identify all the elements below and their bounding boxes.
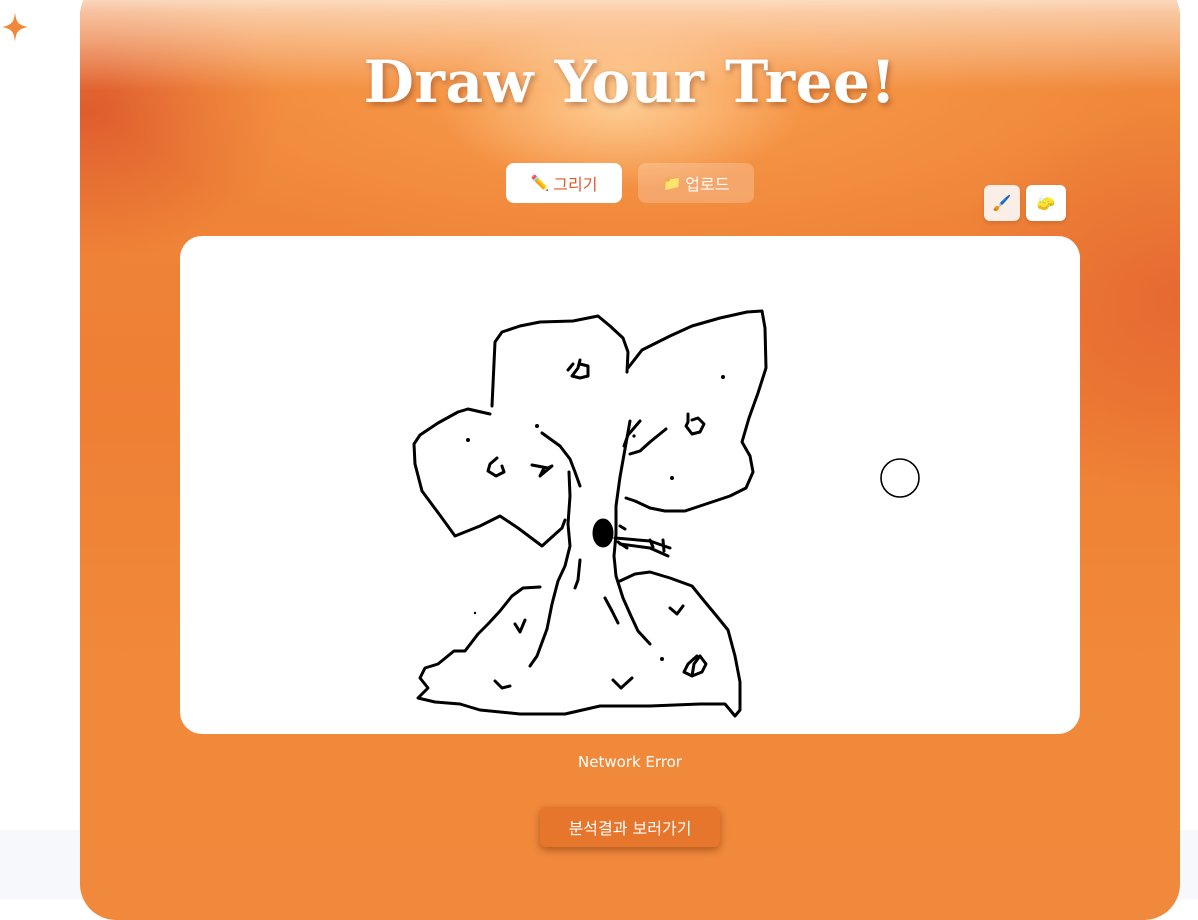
branch-left-stroke: [540, 431, 582, 488]
canopy-right-stroke: [624, 309, 768, 513]
drawing-card: Draw Your Tree! ✏️ 그리기 📁 업로드 🖌️ 🧽 Networ…: [80, 0, 1180, 920]
leaf-mark-8: [611, 676, 634, 690]
tab-upload-label: 업로드: [685, 175, 730, 194]
eraser-tool-button[interactable]: 🧽: [1026, 185, 1066, 221]
knot-mark: [592, 518, 614, 548]
leaf-mark-4: [684, 412, 706, 436]
sparkle-icon: [2, 12, 28, 42]
dot-mark: [721, 375, 725, 379]
drawing-canvas[interactable]: [180, 236, 1080, 734]
leaf-mark-6: [513, 618, 527, 634]
tab-draw-label: 그리기: [553, 175, 598, 194]
page-title: Draw Your Tree!: [363, 48, 897, 116]
branch-stub-stroke: [618, 524, 627, 531]
canopy-outline-stroke: [412, 407, 567, 548]
tab-upload[interactable]: 📁 업로드: [638, 163, 754, 203]
dot-mark: [660, 657, 664, 661]
tab-draw[interactable]: ✏️ 그리기: [506, 163, 622, 203]
view-results-button[interactable]: 분석결과 보러가기: [540, 807, 720, 847]
dot-mark: [473, 611, 477, 615]
brush-tool-button[interactable]: 🖌️: [984, 185, 1020, 221]
branch-right2-stroke: [628, 427, 668, 456]
tree-drawing: [412, 309, 920, 718]
leaf-mark-7: [493, 679, 512, 690]
dot-mark: [466, 438, 470, 442]
leaf-mark-1: [570, 358, 590, 380]
trunk-inner2-stroke: [603, 596, 620, 625]
twig-stroke: [661, 538, 666, 553]
brush-icon: 🖌️: [992, 193, 1012, 212]
leaf-mark-5: [530, 463, 554, 478]
leaf-mark-3: [486, 456, 506, 478]
status-message: Network Error: [578, 753, 682, 771]
brush-cursor-indicator: [880, 458, 920, 498]
trunk-inner-stroke: [573, 558, 582, 590]
folder-icon: 📁: [662, 173, 682, 192]
leaf-mark-2: [566, 362, 575, 372]
dot-mark: [632, 434, 636, 438]
canopy-left-top-stroke: [490, 314, 630, 408]
pencil-icon: ✏️: [530, 173, 550, 192]
leaf-mark-9: [668, 604, 685, 616]
trunk-left-stroke: [528, 470, 572, 668]
sponge-eraser-icon: 🧽: [1036, 193, 1056, 212]
dot-mark: [670, 476, 674, 480]
dot-mark: [535, 424, 539, 428]
mound-left-stroke: [416, 570, 742, 718]
leaf-mark-10: [682, 654, 708, 678]
